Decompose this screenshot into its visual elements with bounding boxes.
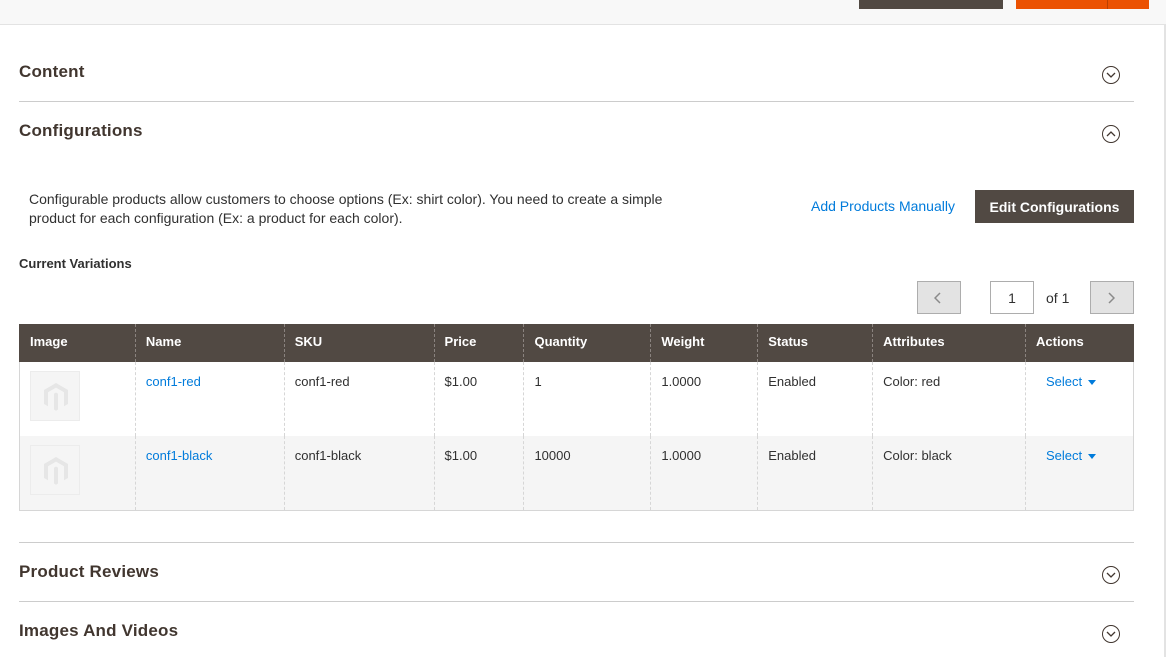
section-title-images-and-videos[interactable]: Images And Videos: [19, 621, 178, 641]
status-cell: Enabled: [757, 362, 873, 436]
column-header-image: Image: [19, 324, 136, 362]
sku-cell: conf1-red: [283, 362, 435, 436]
section-title-configurations[interactable]: Configurations: [19, 121, 143, 141]
chevron-down-icon[interactable]: [1102, 566, 1120, 584]
pager-page-input[interactable]: [990, 281, 1034, 314]
edit-configurations-button[interactable]: Edit Configurations: [975, 190, 1134, 223]
chevron-down-icon[interactable]: [1102, 625, 1120, 643]
pager-prev-button[interactable]: [917, 281, 961, 314]
table-row: conf1-black conf1-black $1.00 10000 1.00…: [19, 436, 1134, 511]
section-divider: [19, 601, 1134, 602]
price-cell: $1.00: [433, 362, 524, 436]
variation-name-link[interactable]: conf1-black: [146, 448, 212, 463]
configurations-description: Configurable products allow customers to…: [29, 191, 663, 226]
section-title-product-reviews[interactable]: Product Reviews: [19, 562, 159, 582]
chevron-up-icon[interactable]: [1102, 125, 1120, 143]
image-cell: [19, 362, 136, 436]
price-cell: $1.00: [433, 436, 524, 511]
caret-down-icon: [1088, 380, 1097, 386]
select-action-dropdown[interactable]: Select: [1036, 448, 1097, 463]
quantity-cell: 10000: [523, 436, 651, 511]
section-title-content[interactable]: Content: [19, 62, 85, 82]
section-divider: [19, 542, 1134, 543]
top-action-button[interactable]: [859, 0, 1003, 9]
variation-name-link[interactable]: conf1-red: [146, 374, 201, 389]
chevron-down-icon[interactable]: [1102, 66, 1120, 84]
column-header-actions: Actions: [1025, 324, 1134, 362]
sku-cell: conf1-black: [283, 436, 435, 511]
quantity-cell: 1: [523, 362, 651, 436]
column-header-sku: SKU: [283, 324, 435, 362]
image-cell: [19, 436, 136, 511]
magento-logo-icon: [44, 383, 68, 411]
add-products-manually-link[interactable]: Add Products Manually: [811, 198, 955, 214]
variations-grid: Image Name SKU Price Quantity Weight Sta…: [19, 324, 1134, 511]
status-cell: Enabled: [757, 436, 873, 511]
section-divider: [19, 101, 1134, 102]
current-variations-label: Current Variations: [19, 256, 132, 271]
attributes-cell: Color: red: [872, 362, 1026, 436]
pager-next-button[interactable]: [1090, 281, 1134, 314]
column-header-name: Name: [134, 324, 285, 362]
table-row: conf1-red conf1-red $1.00 1 1.0000 Enabl…: [19, 362, 1134, 436]
grid-header-row: Image Name SKU Price Quantity Weight Sta…: [19, 324, 1134, 362]
column-header-quantity: Quantity: [523, 324, 651, 362]
select-action-dropdown[interactable]: Select: [1036, 374, 1097, 389]
magento-logo-icon: [44, 457, 68, 485]
column-header-attributes: Attributes: [872, 324, 1026, 362]
weight-cell: 1.0000: [650, 436, 758, 511]
pager-total-label: of 1: [1046, 290, 1070, 306]
column-header-status: Status: [757, 324, 873, 362]
attributes-cell: Color: black: [872, 436, 1026, 511]
column-header-price: Price: [433, 324, 524, 362]
product-thumbnail[interactable]: [30, 445, 80, 495]
product-thumbnail[interactable]: [30, 371, 80, 421]
save-button[interactable]: [1016, 0, 1149, 9]
select-action-label: Select: [1046, 448, 1083, 463]
caret-down-icon: [1088, 454, 1097, 460]
column-header-weight: Weight: [650, 324, 758, 362]
weight-cell: 1.0000: [650, 362, 758, 436]
select-action-label: Select: [1046, 374, 1083, 389]
save-button-split: [1107, 0, 1108, 9]
